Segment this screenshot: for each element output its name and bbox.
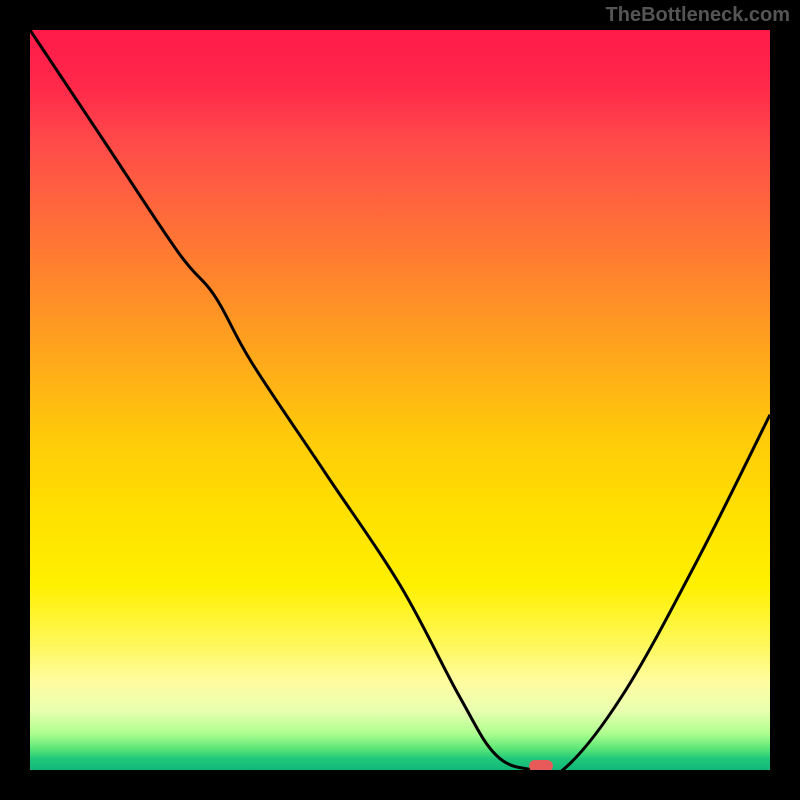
bottleneck-curve [30, 30, 770, 770]
watermark-text: TheBottleneck.com [606, 4, 790, 27]
chart-container: TheBottleneck.com [0, 0, 800, 800]
optimal-marker [529, 760, 553, 770]
curve-layer [30, 30, 770, 770]
plot-area [30, 30, 770, 770]
